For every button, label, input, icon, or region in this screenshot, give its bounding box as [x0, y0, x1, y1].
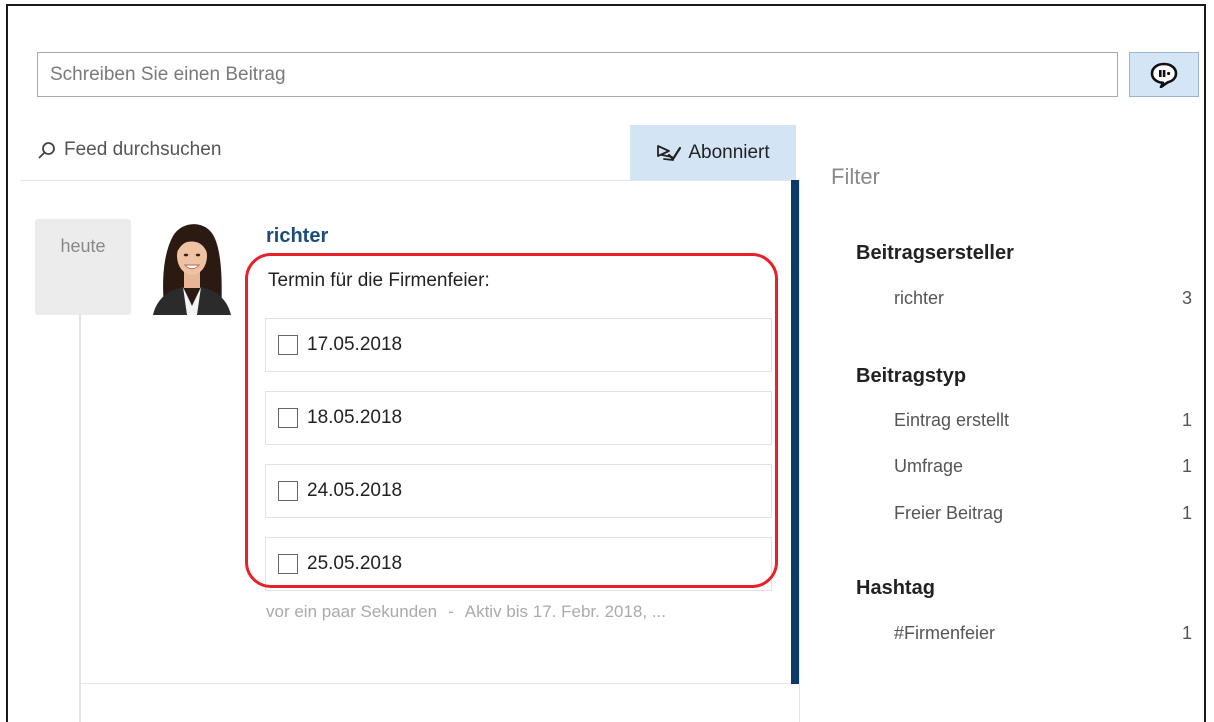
meta-separator: - [448, 602, 454, 621]
filter-item-label: Eintrag erstellt [894, 410, 1010, 430]
filter-item[interactable]: Eintrag erstellt 1 [894, 410, 1200, 431]
filter-group-title: Hashtag [856, 577, 935, 599]
poll-checkbox[interactable] [278, 554, 298, 574]
filter-item-count: 1 [1181, 456, 1192, 476]
filter-item-count: 1 [1181, 410, 1192, 430]
filter-item-count: 1 [1181, 503, 1192, 523]
post-date-label: heute [60, 236, 106, 256]
poll-option-label: 18.05.2018 [307, 407, 403, 428]
filter-group-title: Beitragstyp [856, 365, 967, 387]
feed-search-label: Feed durchsuchen [64, 139, 222, 160]
timeline-line [79, 315, 81, 722]
poll-option-label: 25.05.2018 [307, 553, 403, 574]
feed-border [799, 180, 800, 722]
post-button[interactable] [1129, 52, 1199, 97]
subscribe-button[interactable]: Abonniert [630, 125, 796, 180]
filter-item-count: 3 [1181, 288, 1192, 308]
post-input[interactable] [37, 52, 1118, 97]
filter-title: Filter [831, 164, 880, 189]
poll-option[interactable]: 25.05.2018 [265, 537, 772, 591]
post-active-until: Aktiv bis 17. Febr. 2018, ... [464, 602, 667, 621]
speech-bubble-icon [1150, 62, 1178, 88]
poll-option-label: 17.05.2018 [307, 334, 403, 355]
search-icon [38, 142, 55, 159]
filter-group-title: Beitragsersteller [856, 242, 1014, 264]
feed-search[interactable]: Feed durchsuchen [38, 139, 221, 161]
poll-checkbox[interactable] [278, 408, 298, 428]
post-meta: vor ein paar Sekunden - Aktiv bis 17. Febr… [266, 602, 666, 622]
filter-item[interactable]: #Firmenfeier 1 [894, 623, 1200, 644]
poll-option-label: 24.05.2018 [307, 480, 403, 501]
filter-item-label: richter [894, 288, 945, 308]
poll-checkbox[interactable] [278, 481, 298, 501]
poll-checkbox[interactable] [278, 335, 298, 355]
poll-option[interactable]: 18.05.2018 [265, 391, 772, 445]
filter-item[interactable]: Freier Beitrag 1 [894, 503, 1200, 524]
filter-item-label: #Firmenfeier [894, 623, 996, 643]
feed-divider [20, 180, 798, 181]
filter-item-count: 1 [1181, 623, 1192, 643]
filter-item[interactable]: richter 3 [894, 288, 1200, 309]
poll-option[interactable]: 24.05.2018 [265, 464, 772, 518]
post-author-link[interactable]: richter [266, 225, 328, 248]
filter-item[interactable]: Umfrage 1 [894, 456, 1200, 477]
post-text: Termin für die Firmenfeier: [268, 270, 490, 291]
subscribe-label: Abonniert [688, 141, 770, 163]
feed-divider-bottom [80, 683, 798, 684]
subscribe-icon [657, 144, 682, 161]
post-date-badge: heute [35, 219, 131, 315]
filter-item-label: Umfrage [894, 456, 964, 476]
feed-scrollbar[interactable] [791, 180, 799, 684]
post-time-ago: vor ein paar Sekunden [266, 602, 438, 621]
avatar[interactable] [143, 214, 241, 315]
poll-option[interactable]: 17.05.2018 [265, 318, 772, 372]
filter-item-label: Freier Beitrag [894, 503, 1004, 523]
